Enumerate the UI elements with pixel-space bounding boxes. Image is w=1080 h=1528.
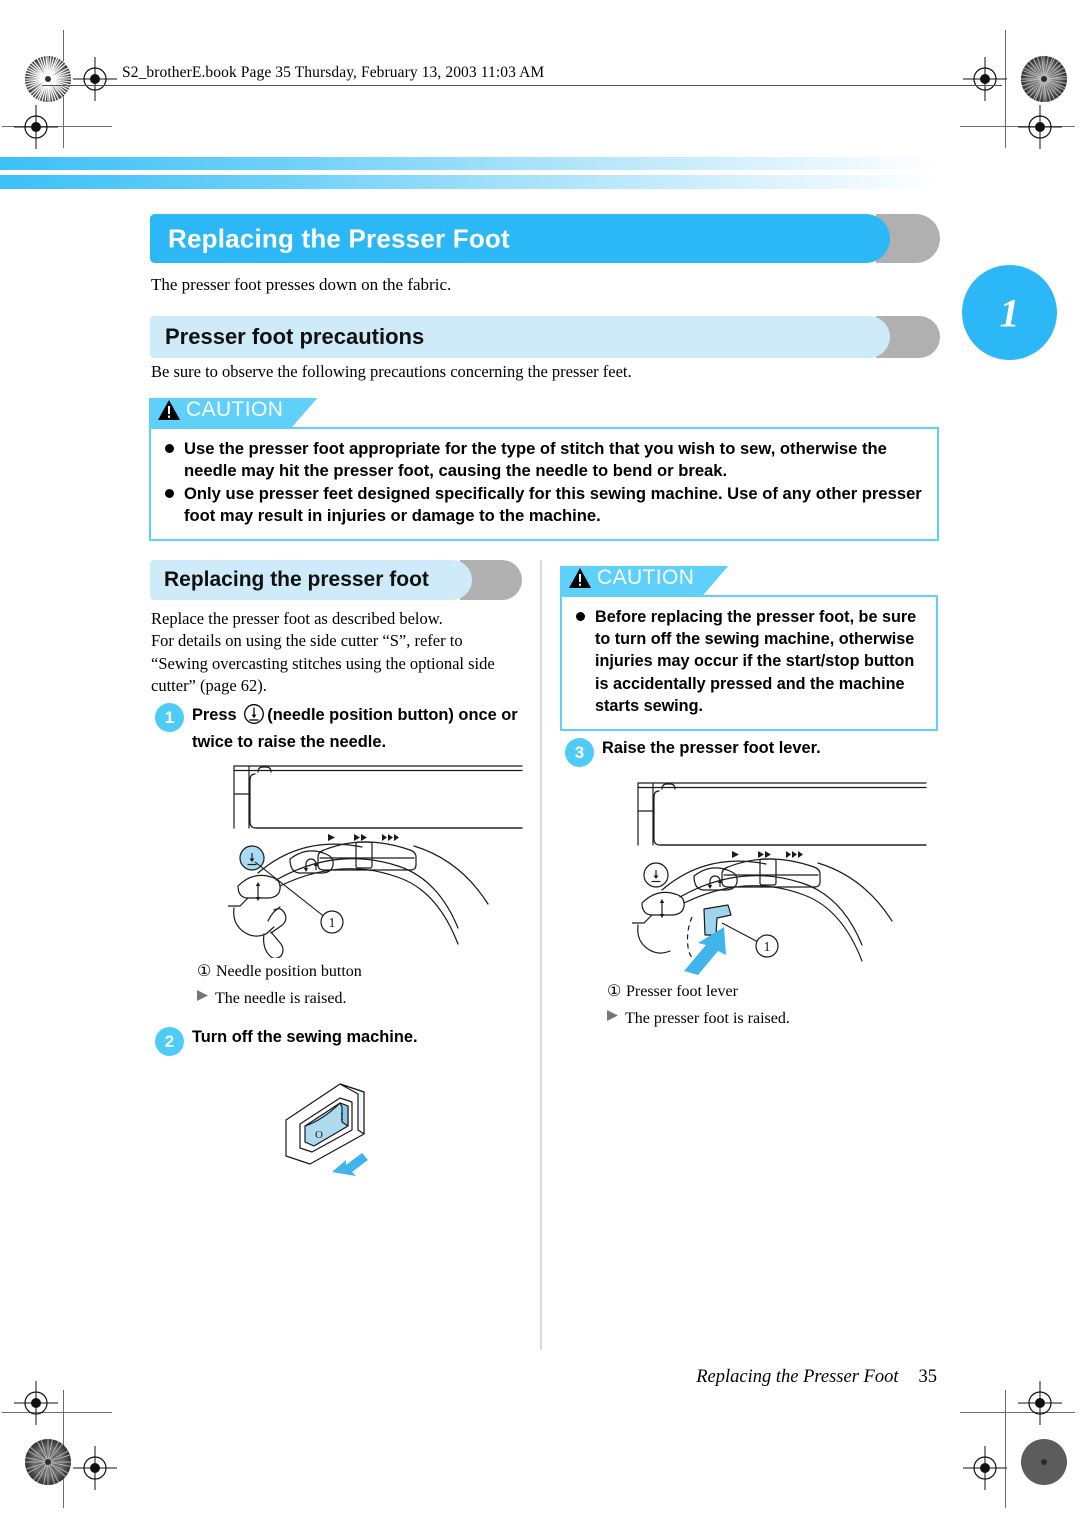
document-page: S2_brotherE.book Page 35 Thursday, Febru… — [0, 0, 1080, 1528]
callout-number-1: ① — [197, 963, 212, 980]
caution-item: Only use presser feet designed specifica… — [163, 483, 925, 527]
registration-starburst-bottom-left — [24, 1438, 72, 1486]
step-badge-3: 3 — [565, 738, 594, 767]
caution-item: Before replacing the presser foot, be su… — [574, 606, 924, 717]
chapter-number: 1 — [999, 290, 1020, 335]
precautions-heading-label: Presser foot precautions — [165, 324, 425, 349]
registration-starburst-bottom-right — [1020, 1438, 1068, 1486]
step-1-text-line2: twice to raise the needle. — [192, 732, 387, 751]
svg-text:O: O — [315, 1129, 323, 1141]
callout-number-3: ① — [607, 983, 622, 1000]
replacing-heading-label: Replacing the presser foot — [164, 568, 429, 591]
result-triangle-icon — [196, 989, 209, 1007]
replacing-heading-bar: Replacing the presser foot — [150, 560, 472, 600]
section-heading-precautions: Presser foot precautions — [150, 316, 940, 358]
figure-caption-needle-button: ① Needle position button — [197, 961, 362, 981]
precautions-heading-bar: Presser foot precautions — [150, 316, 890, 358]
illustration-needle-position-button: 1 — [225, 758, 528, 963]
result-triangle-icon — [606, 1009, 619, 1027]
registration-crosshair-right-lower — [1018, 1381, 1062, 1425]
caution-body-precautions: Use the presser foot appropriate for the… — [149, 427, 939, 541]
needle-position-button-icon — [243, 703, 265, 732]
step-number-3: 3 — [574, 742, 585, 762]
svg-text:1: 1 — [764, 940, 771, 955]
title-banner-bar: Replacing the Presser Foot — [150, 214, 890, 263]
illustration-presser-foot-lever: 1 — [629, 775, 932, 980]
step-number-2: 2 — [164, 1031, 175, 1051]
column-divider — [540, 560, 542, 1350]
precautions-intro: Be sure to observe the following precaut… — [151, 362, 632, 381]
caution-label-replacing: CAUTION — [597, 566, 695, 589]
step-badge-2: 2 — [155, 1027, 184, 1056]
caution-header-precautions: CAUTION — [149, 398, 317, 428]
decorative-band-lower — [0, 175, 940, 189]
step-3-text: Raise the presser foot lever. — [602, 739, 821, 757]
intro-paragraph: The presser foot presses down on the fab… — [151, 275, 452, 294]
page-footer: Replacing the Presser Foot 35 — [696, 1367, 937, 1388]
body-line: cutter” (page 62). — [151, 676, 267, 696]
page-title-banner: Replacing the Presser Foot — [150, 214, 940, 263]
registration-crosshair-bottom-right — [963, 1446, 1007, 1490]
footer-page-number: 35 — [918, 1367, 938, 1387]
result-text-1: The needle is raised. — [215, 990, 347, 1007]
callout-label-1: Needle position button — [216, 963, 362, 980]
result-needle-raised: The needle is raised. — [196, 989, 347, 1008]
step-number-1: 1 — [164, 707, 175, 727]
step-badge-1: 1 — [155, 703, 184, 732]
registration-crosshair-left-lower — [14, 1381, 58, 1425]
registration-crosshair-right-upper — [1018, 105, 1062, 149]
step-2-text: Turn off the sewing machine. — [192, 1028, 418, 1046]
caution-label-precautions: CAUTION — [186, 398, 284, 421]
registration-starburst-top-left — [24, 55, 72, 103]
step-1-text-before: Press — [192, 706, 237, 724]
replacing-body-paragraph: Replace the presser foot as described be… — [151, 608, 531, 698]
decorative-band-upper — [0, 157, 940, 170]
chapter-tab: 1 — [962, 265, 1057, 360]
footer-running-title: Replacing the Presser Foot — [696, 1367, 899, 1387]
step-1: 1 Press (needle position button) once or… — [155, 703, 525, 754]
step-1-text-after: (needle position button) once or — [267, 706, 518, 724]
warning-triangle-icon — [157, 399, 181, 426]
caution-header-replacing: CAUTION — [560, 566, 728, 596]
section-heading-replacing: Replacing the presser foot — [150, 560, 522, 600]
registration-crosshair-bottom-left — [73, 1446, 117, 1490]
warning-triangle-icon — [568, 567, 592, 594]
step-1-text: Press (needle position button) once or t… — [192, 703, 525, 754]
svg-text:1: 1 — [329, 916, 336, 931]
step-3: 3 Raise the presser foot lever. — [565, 738, 935, 767]
result-text-3: The presser foot is raised. — [625, 1010, 790, 1027]
registration-crosshair-top-left — [73, 57, 117, 101]
caution-list-replacing: Before replacing the presser foot, be su… — [574, 606, 924, 717]
illustration-power-switch: O I — [272, 1072, 392, 1187]
step-2: 2 Turn off the sewing machine. — [155, 1027, 525, 1056]
figure-caption-presser-lever: ① Presser foot lever — [607, 981, 738, 1001]
body-line: For details on using the side cutter “S”… — [151, 631, 463, 651]
caution-box-precautions: CAUTION Use the presser foot appropriate… — [149, 398, 939, 541]
page-title: Replacing the Presser Foot — [168, 223, 510, 253]
registration-starburst-top-right — [1020, 55, 1068, 103]
caution-list-precautions: Use the presser foot appropriate for the… — [163, 438, 925, 527]
caution-body-replacing: Before replacing the presser foot, be su… — [560, 595, 938, 731]
caution-box-replacing: CAUTION Before replacing the presser foo… — [560, 566, 938, 731]
result-presser-foot-raised: The presser foot is raised. — [606, 1009, 790, 1028]
caution-item: Use the presser foot appropriate for the… — [163, 438, 925, 482]
svg-text:I: I — [340, 1111, 344, 1123]
callout-label-3: Presser foot lever — [626, 983, 738, 1000]
registration-crosshair-left-upper — [14, 105, 58, 149]
body-line: Replace the presser foot as described be… — [151, 609, 443, 628]
header-rule — [42, 85, 1002, 86]
body-line: “Sewing overcasting stitches using the o… — [151, 653, 495, 673]
print-header-info: S2_brotherE.book Page 35 Thursday, Febru… — [122, 64, 545, 81]
registration-crosshair-top-right — [963, 57, 1007, 101]
